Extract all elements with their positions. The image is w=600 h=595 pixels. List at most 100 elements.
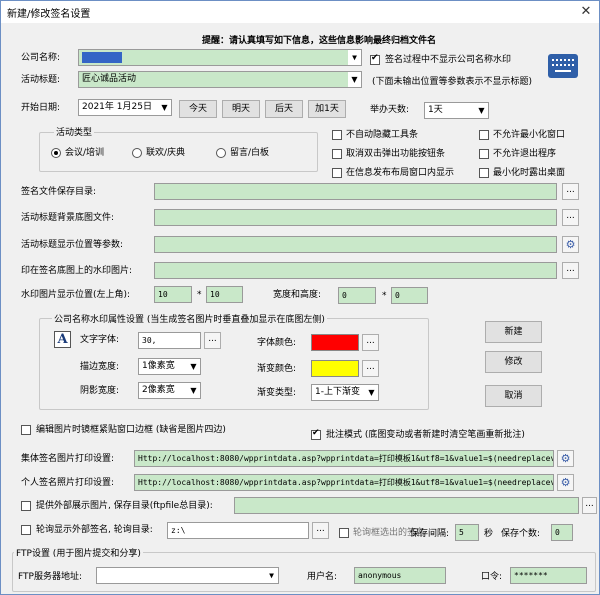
external-display-label: 提供外部展示图片, 保存目录(ftpfile总目录):: [36, 501, 213, 511]
chevron-down-icon[interactable]: ▼: [265, 568, 278, 583]
auto-hide-toolbar-checkbox[interactable]: [332, 130, 342, 140]
start-date-picker[interactable]: 2021年 1月25日 ▼: [78, 99, 172, 116]
gear-icon[interactable]: ⚙: [557, 474, 574, 491]
tomorrow-button[interactable]: 明天: [222, 100, 260, 118]
wm-y-field[interactable]: 10: [206, 286, 243, 303]
browse-external-dir-button[interactable]: ...: [582, 497, 597, 514]
calendar-dropdown-icon[interactable]: ▼: [158, 100, 171, 115]
annotation-mode-checkbox[interactable]: [311, 428, 321, 440]
ftp-pwd-field[interactable]: *******: [510, 567, 587, 584]
activity-title-label: 活动标题:: [21, 75, 61, 85]
external-dir-field[interactable]: [234, 497, 579, 514]
title-params-label: 活动标题显示位置等参数:: [21, 240, 124, 250]
rotation-filter-checkbox[interactable]: [339, 528, 349, 538]
save-dir-label: 签名文件保存目录:: [21, 187, 97, 197]
title-bar: 新建/修改签名设置 ✕: [1, 1, 599, 23]
grad-type-label: 渐变类型:: [257, 388, 297, 398]
no-exit-label: 不允许退出程序: [493, 149, 557, 159]
plus-one-day-button[interactable]: 加1天: [308, 100, 346, 118]
font-color-swatch[interactable]: [311, 334, 359, 351]
radio-whiteboard[interactable]: [216, 148, 226, 158]
interval-label: 保存间隔:: [410, 529, 450, 539]
title-params-field[interactable]: [154, 236, 557, 253]
edit-button[interactable]: 修改: [485, 351, 542, 373]
chevron-down-icon[interactable]: ▼: [187, 383, 200, 398]
radio-whiteboard-label: 留言/白板: [230, 148, 270, 158]
rotation-checkbox[interactable]: [21, 525, 31, 535]
duration-combo[interactable]: 1天 ▼: [424, 102, 489, 119]
external-display-checkbox[interactable]: [21, 501, 31, 511]
hide-watermark-label: 签名过程中不显示公司名称水印: [385, 55, 512, 65]
hide-watermark-checkbox[interactable]: [370, 53, 380, 65]
close-icon[interactable]: ✕: [577, 3, 595, 21]
cancel-button[interactable]: 取消: [485, 385, 542, 407]
stroke-label: 描边宽度:: [80, 362, 120, 372]
no-exit-checkbox[interactable]: [479, 149, 489, 159]
bg-file-field[interactable]: [154, 209, 557, 226]
wm-size-label: 宽度和高度:: [273, 290, 322, 300]
no-minimize-checkbox[interactable]: [479, 130, 489, 140]
gear-icon[interactable]: ⚙: [562, 236, 579, 253]
font-color-picker-button[interactable]: ...: [362, 334, 379, 351]
notice-text: 提醒：请认真填写如下信息，这些信息影响最终归档文件名: [202, 36, 437, 46]
day-after-button[interactable]: 后天: [265, 100, 303, 118]
save-dir-field[interactable]: [154, 183, 557, 200]
group-print-label: 集体签名图片打印设置:: [21, 454, 115, 464]
wm-pos-star: *: [197, 290, 202, 300]
keep-count-field[interactable]: 0: [551, 524, 573, 541]
chevron-down-icon[interactable]: ▼: [365, 385, 378, 400]
grad-color-picker-button[interactable]: ...: [362, 360, 379, 377]
duration-label: 举办天数:: [370, 105, 410, 115]
personal-print-field[interactable]: Http://localhost:8080/wpprintdata.asp?wp…: [134, 474, 554, 491]
personal-print-label: 个人签名照片打印设置:: [21, 478, 115, 488]
font-field[interactable]: 30,: [138, 332, 201, 349]
frame-fit-checkbox[interactable]: [21, 425, 31, 435]
chevron-down-icon[interactable]: ▼: [187, 359, 200, 374]
wm-x-field[interactable]: 10: [154, 286, 192, 303]
no-minimize-label: 不允许最小化窗口: [493, 130, 566, 140]
ftp-server-combo[interactable]: ▼: [96, 567, 279, 584]
wm-image-field[interactable]: [154, 262, 557, 279]
cancel-dblclick-label: 取消双击弹出功能按钮条: [346, 149, 446, 159]
shadow-combo[interactable]: 2像素宽 ▼: [138, 382, 201, 399]
show-in-layout-checkbox[interactable]: [332, 168, 342, 178]
keyboard-icon[interactable]: [548, 54, 578, 78]
today-button[interactable]: 今天: [179, 100, 217, 118]
activity-title-combo[interactable]: 匠心诚品活动 ▼: [78, 71, 362, 88]
ftp-user-label: 用户名:: [307, 572, 338, 582]
settings-window: 新建/修改签名设置 ✕ 提醒：请认真填写如下信息，这些信息影响最终归档文件名 公…: [0, 0, 600, 595]
wm-width-field[interactable]: 0: [338, 287, 376, 304]
browse-save-dir-button[interactable]: ...: [562, 183, 579, 200]
company-combo[interactable]: ▼: [78, 49, 362, 66]
window-title: 新建/修改签名设置: [7, 9, 91, 20]
shadow-label: 阴影宽度:: [80, 386, 120, 396]
new-button[interactable]: 新建: [485, 321, 542, 343]
stroke-combo[interactable]: 1像素宽 ▼: [138, 358, 201, 375]
browse-rotation-dir-button[interactable]: ...: [312, 522, 329, 539]
wm-image-label: 印在签名底图上的水印图片:: [21, 266, 133, 276]
show-desktop-checkbox[interactable]: [479, 168, 489, 178]
radio-meeting-label: 会议/培训: [65, 148, 105, 158]
radio-party[interactable]: [132, 148, 142, 158]
browse-wm-image-button[interactable]: ...: [562, 262, 579, 279]
show-desktop-label: 最小化时露出桌面: [493, 168, 566, 178]
rotation-dir-field[interactable]: z:\: [167, 522, 309, 539]
browse-bg-file-button[interactable]: ...: [562, 209, 579, 226]
grad-type-combo[interactable]: 1-上下渐变 ▼: [311, 384, 379, 401]
gear-icon[interactable]: ⚙: [557, 450, 574, 467]
start-date-label: 开始日期:: [21, 103, 61, 113]
font-icon[interactable]: A: [54, 331, 71, 348]
chevron-down-icon[interactable]: ▼: [348, 72, 361, 87]
chevron-down-icon[interactable]: ▼: [475, 103, 488, 118]
chevron-down-icon[interactable]: ▼: [348, 50, 361, 65]
grad-color-swatch[interactable]: [311, 360, 359, 377]
cancel-dblclick-checkbox[interactable]: [332, 149, 342, 159]
ftp-user-field[interactable]: anonymous: [354, 567, 446, 584]
radio-meeting[interactable]: [51, 148, 61, 158]
interval-field[interactable]: 5: [455, 524, 479, 541]
group-print-field[interactable]: Http://localhost:8080/wpprintdata.asp?wp…: [134, 450, 554, 467]
font-label: 文字字体:: [80, 335, 120, 345]
wm-height-field[interactable]: 0: [391, 287, 428, 304]
font-picker-button[interactable]: ...: [204, 332, 221, 349]
bg-file-label: 活动标题背景底图文件:: [21, 213, 115, 223]
